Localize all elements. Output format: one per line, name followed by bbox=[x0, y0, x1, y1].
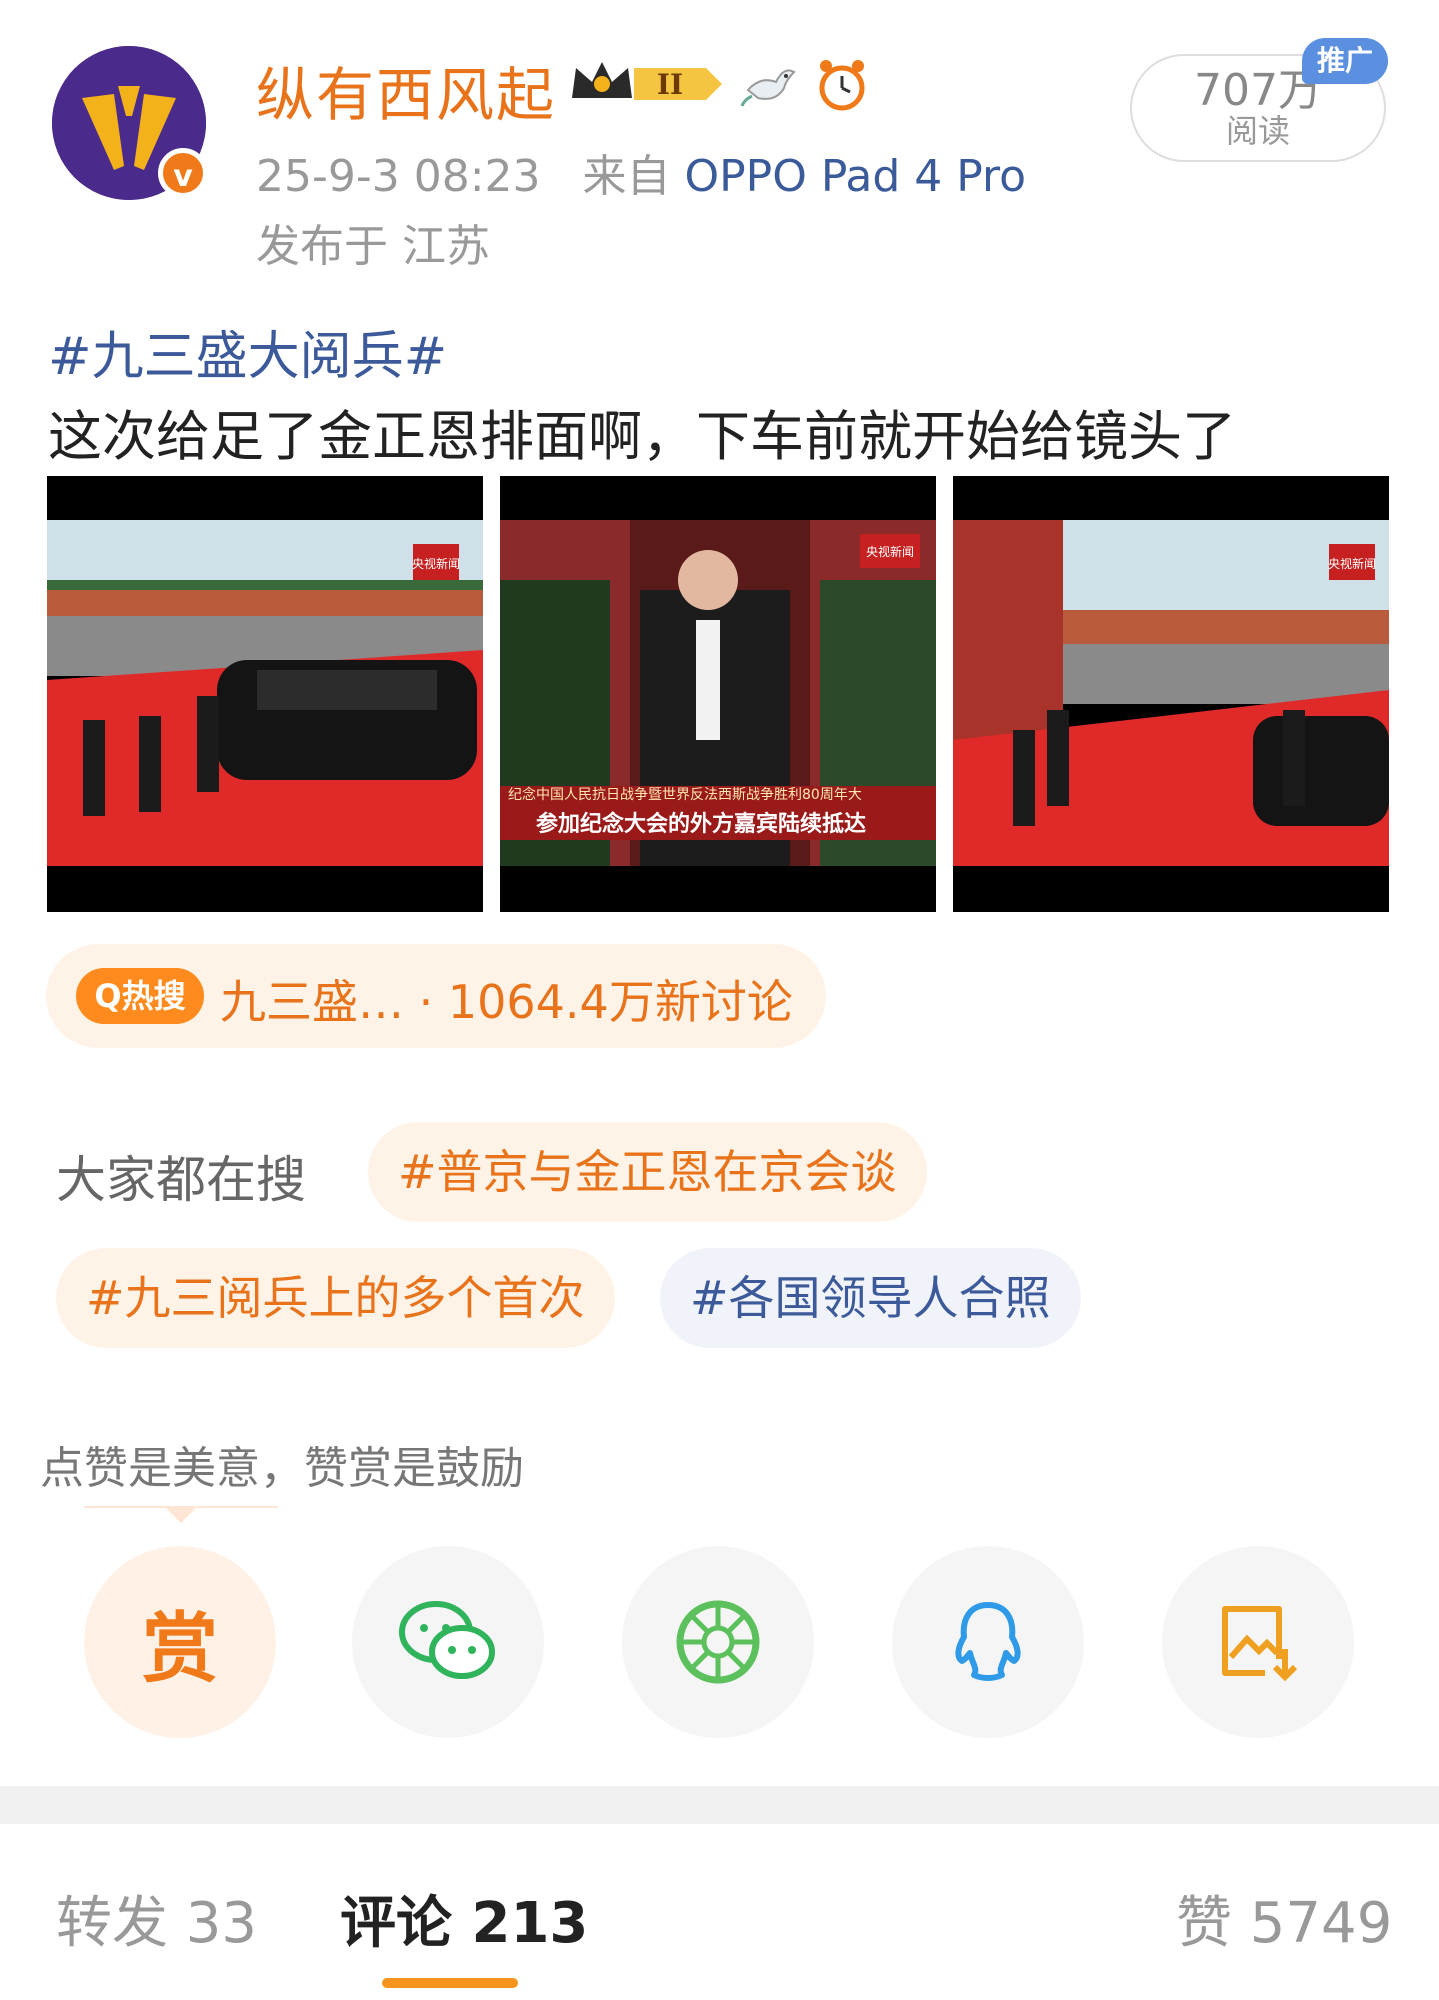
moments-icon bbox=[676, 1600, 760, 1684]
qq-icon bbox=[955, 1602, 1021, 1681]
device-link[interactable]: OPPO Pad 4 Pro bbox=[685, 151, 1027, 202]
reward-icon: 赏 bbox=[142, 1604, 218, 1693]
dove-icon[interactable] bbox=[740, 56, 800, 112]
post-image-2[interactable]: 央视新闻 纪念中国人民抗日战争暨世界反法西斯战争胜利80周年大 参加纪念大会的外… bbox=[500, 476, 936, 912]
crown-level-badge-icon[interactable]: II bbox=[566, 54, 726, 114]
tip-arrow bbox=[165, 1507, 197, 1523]
post-location: 发布于 江苏 bbox=[256, 221, 490, 272]
share-wechat-button[interactable] bbox=[352, 1546, 544, 1738]
reward-tip: 点赞是美意，赞赏是鼓励 bbox=[40, 1443, 524, 1494]
channel-tag-3: 央视新闻 bbox=[1328, 556, 1376, 571]
section-divider bbox=[0, 1786, 1439, 1824]
search-section-label: 大家都在搜 bbox=[56, 1151, 306, 1209]
topic-link[interactable]: #九三盛大阅兵# bbox=[48, 314, 447, 389]
post-meta: 25-9-3 08:23 来自 OPPO Pad 4 Pro bbox=[256, 140, 1026, 204]
user-badges: II bbox=[566, 52, 870, 116]
share-qq-button[interactable] bbox=[892, 1546, 1084, 1738]
promo-badge[interactable]: 推广 bbox=[1302, 38, 1388, 84]
save-image-icon bbox=[1222, 1606, 1298, 1682]
search-chip[interactable]: #各国领导人合照 bbox=[660, 1248, 1081, 1348]
reads-label: 阅读 bbox=[1225, 112, 1290, 150]
channel-tag-2: 央视新闻 bbox=[866, 544, 914, 559]
tab-comment[interactable]: 评论 213 bbox=[340, 1878, 588, 1959]
image-1-scene: 央视新闻 bbox=[47, 520, 483, 866]
image-3-scene: 央视新闻 bbox=[953, 520, 1389, 866]
tab-repost[interactable]: 转发 33 bbox=[56, 1878, 257, 1959]
username[interactable]: 纵有西风起 bbox=[256, 48, 556, 132]
image-2-caption-small: 纪念中国人民抗日战争暨世界反法西斯战争胜利80周年大 bbox=[508, 787, 862, 803]
search-chip[interactable]: #普京与金正恩在京会谈 bbox=[368, 1122, 927, 1222]
wechat-icon bbox=[399, 1601, 495, 1679]
svg-text:II: II bbox=[657, 68, 683, 101]
save-image-button[interactable] bbox=[1162, 1546, 1354, 1738]
post-text: 这次给足了金正恩排面啊，下车前就开始给镜头了 bbox=[48, 405, 1236, 468]
share-moments-button[interactable] bbox=[622, 1546, 814, 1738]
active-tab-indicator bbox=[382, 1978, 518, 1988]
reward-button[interactable]: 赏 bbox=[84, 1546, 276, 1738]
verified-badge-icon: v bbox=[158, 148, 208, 198]
image-2-caption-main: 参加纪念大会的外方嘉宾陆续抵达 bbox=[536, 812, 867, 837]
tab-like[interactable]: 赞 5749 bbox=[1176, 1878, 1392, 1959]
channel-tag-1: 央视新闻 bbox=[412, 556, 460, 571]
hot-search-text: 九三盛… · 1064.4万新讨论 bbox=[220, 975, 793, 1029]
post-time: 25-9-3 08:23 bbox=[256, 151, 541, 202]
post-image-1[interactable]: 央视新闻 bbox=[47, 476, 483, 912]
source-prefix: 来自 bbox=[582, 151, 671, 202]
post-image-3[interactable]: 央视新闻 bbox=[953, 476, 1389, 912]
search-chip[interactable]: #九三阅兵上的多个首次 bbox=[56, 1248, 615, 1348]
alarm-clock-icon[interactable] bbox=[814, 56, 870, 112]
hot-search-icon: Q热搜 bbox=[76, 968, 204, 1024]
